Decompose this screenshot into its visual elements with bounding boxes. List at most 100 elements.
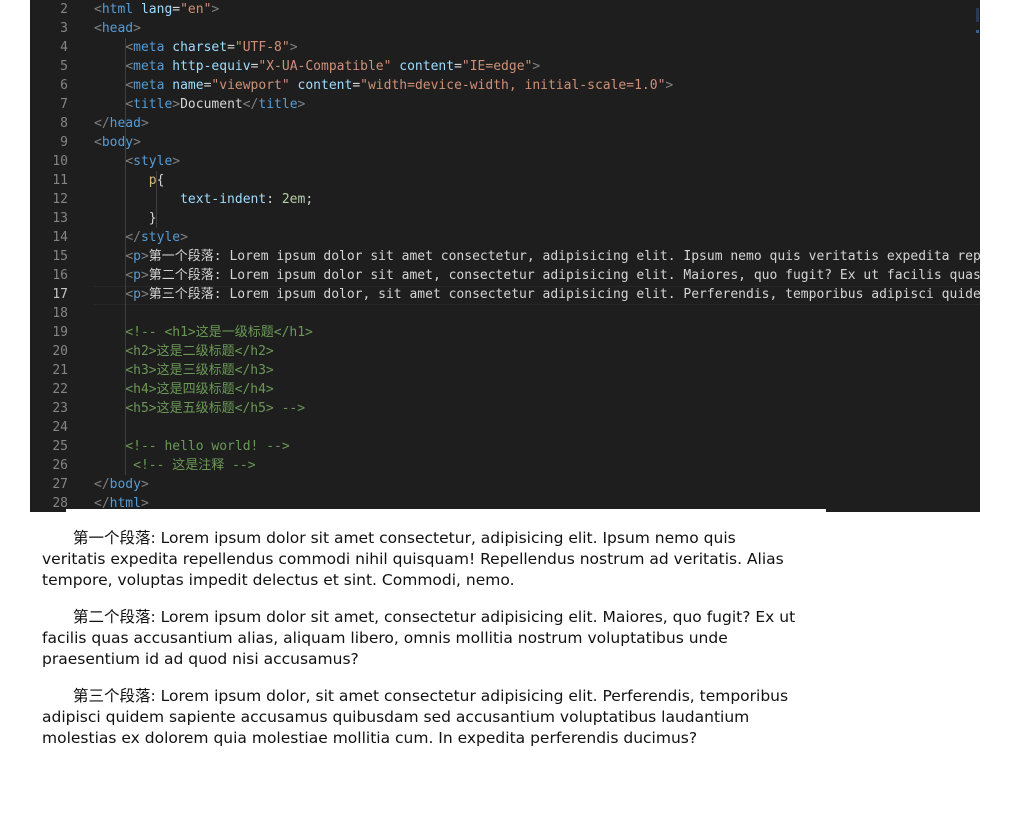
- code-token: style: [133, 154, 173, 169]
- code-line[interactable]: 4 <meta charset="UTF-8">: [30, 38, 980, 57]
- code-token: http-equiv: [172, 59, 251, 74]
- code-token: </: [94, 477, 110, 492]
- code-editor[interactable]: 2 <html lang="en"> 3 <head> 4 <meta charset=…: [30, 0, 980, 512]
- code-text: p{: [94, 171, 165, 190]
- code-line[interactable]: 16 <p>第二个段落: Lorem ipsum dolor sit amet,…: [30, 266, 980, 285]
- code-token: "en": [180, 2, 212, 17]
- code-line[interactable]: 18: [30, 304, 980, 323]
- code-token: <: [94, 135, 102, 150]
- line-number: 19: [52, 325, 68, 340]
- code-line[interactable]: 27 </body>: [30, 475, 980, 494]
- code-token: <h2>这是二级标题</h2>: [125, 344, 274, 359]
- minimap[interactable]: [976, 0, 980, 40]
- code-token: =: [172, 2, 181, 17]
- line-number: 17: [52, 287, 68, 302]
- code-line[interactable]: 25 <!-- hello world! -->: [30, 437, 980, 456]
- code-line[interactable]: 12 text-indent: 2em;: [30, 190, 980, 209]
- code-line[interactable]: 20 <h2>这是二级标题</h2>: [30, 342, 980, 361]
- line-number: 23: [52, 401, 68, 416]
- minimap-slider[interactable]: [976, 8, 979, 22]
- code-token: <: [125, 59, 134, 74]
- code-line[interactable]: 17 <p>第三个段落: Lorem ipsum dolor, sit amet…: [30, 285, 980, 305]
- preview-paragraph-3: 第三个段落: Lorem ipsum dolor, sit amet conse…: [42, 687, 789, 747]
- code-line[interactable]: 6 <meta name="viewport" content="width=d…: [30, 76, 980, 95]
- code-line[interactable]: 10 <style>: [30, 152, 980, 171]
- code-token: :: [266, 192, 282, 207]
- code-token: <: [125, 78, 134, 93]
- horizontal-scrollbar[interactable]: [66, 509, 826, 512]
- code-line[interactable]: 21 <h3>这是三级标题</h3>: [30, 361, 980, 380]
- code-token: p: [133, 287, 141, 302]
- code-text: <h4>这是四级标题</h4>: [94, 380, 274, 399]
- line-number: 11: [52, 173, 68, 188]
- line-number: 27: [52, 477, 68, 492]
- code-line[interactable]: 8 </head>: [30, 114, 980, 133]
- line-number: 2: [60, 2, 68, 17]
- code-token: <h4>这是四级标题</h4>: [125, 382, 274, 397]
- code-token: title: [258, 97, 298, 112]
- code-token: <: [125, 249, 134, 264]
- line-number: 15: [52, 249, 68, 264]
- code-text: <head>: [94, 19, 141, 38]
- code-line[interactable]: 24: [30, 418, 980, 437]
- code-text: <!-- hello world! -->: [94, 437, 289, 456]
- code-token: </: [125, 230, 141, 245]
- code-token: 2em: [281, 192, 306, 207]
- code-token: =: [227, 40, 235, 55]
- browser-preview: 第一个段落: Lorem ipsum dolor sit amet consec…: [42, 528, 802, 765]
- code-token: <!-- <h1>这是一级标题</h1>: [125, 325, 313, 340]
- code-token: >: [172, 154, 181, 169]
- code-token: lang: [140, 2, 173, 17]
- line-number: 24: [52, 420, 68, 435]
- code-line[interactable]: 22 <h4>这是四级标题</h4>: [30, 380, 980, 399]
- code-token: >: [665, 78, 674, 93]
- code-token: =: [454, 59, 462, 74]
- code-token: <h3>这是三级标题</h3>: [125, 363, 274, 378]
- code-token: <: [125, 40, 134, 55]
- code-text: </style>: [94, 228, 188, 247]
- code-line[interactable]: 2 <html lang="en">: [30, 0, 980, 19]
- code-line[interactable]: 23 <h5>这是五级标题</h5> -->: [30, 399, 980, 418]
- code-line[interactable]: 9 <body>: [30, 133, 980, 152]
- line-number: 12: [52, 192, 68, 207]
- code-token: <h5>这是五级标题</h5> -->: [125, 401, 306, 416]
- code-token: p: [133, 268, 141, 283]
- line-number: 8: [60, 116, 68, 131]
- code-token: 第二个段落: Lorem ipsum dolor sit amet, conse…: [148, 268, 980, 283]
- code-line[interactable]: 13 }: [30, 209, 980, 228]
- code-token: "width=device-width, initial-scale=1.0": [360, 78, 666, 93]
- code-token: meta: [133, 59, 165, 74]
- code-line[interactable]: 3 <head>: [30, 19, 980, 38]
- code-line[interactable]: 14 </style>: [30, 228, 980, 247]
- code-token: >: [297, 97, 306, 112]
- code-line[interactable]: 19 <!-- <h1>这是一级标题</h1>: [30, 323, 980, 342]
- indent-guide: [125, 38, 126, 475]
- code-text: <!-- 这是注释 -->: [94, 456, 255, 475]
- code-token: "IE=edge": [461, 59, 533, 74]
- code-line[interactable]: 11 p{: [30, 171, 980, 190]
- preview-paragraph-1: 第一个段落: Lorem ipsum dolor sit amet consec…: [42, 529, 784, 589]
- code-token: >: [172, 97, 181, 112]
- code-token: {: [156, 173, 165, 188]
- code-text: </body>: [94, 475, 149, 494]
- code-token: >: [140, 249, 149, 264]
- code-line[interactable]: 7 <title>Document</title>: [30, 95, 980, 114]
- line-number: 20: [52, 344, 68, 359]
- line-number: 25: [52, 439, 68, 454]
- code-line[interactable]: 5 <meta http-equiv = "X-UA-Compatible" con…: [30, 57, 980, 76]
- code-token: 第一个段落: Lorem ipsum dolor sit amet consec…: [148, 249, 980, 264]
- code-line[interactable]: 26 <!-- 这是注释 -->: [30, 456, 980, 475]
- line-number: 3: [60, 21, 68, 36]
- code-token: >: [133, 21, 141, 36]
- code-line[interactable]: 15 <p>第一个段落: Lorem ipsum dolor sit amet …: [30, 247, 980, 266]
